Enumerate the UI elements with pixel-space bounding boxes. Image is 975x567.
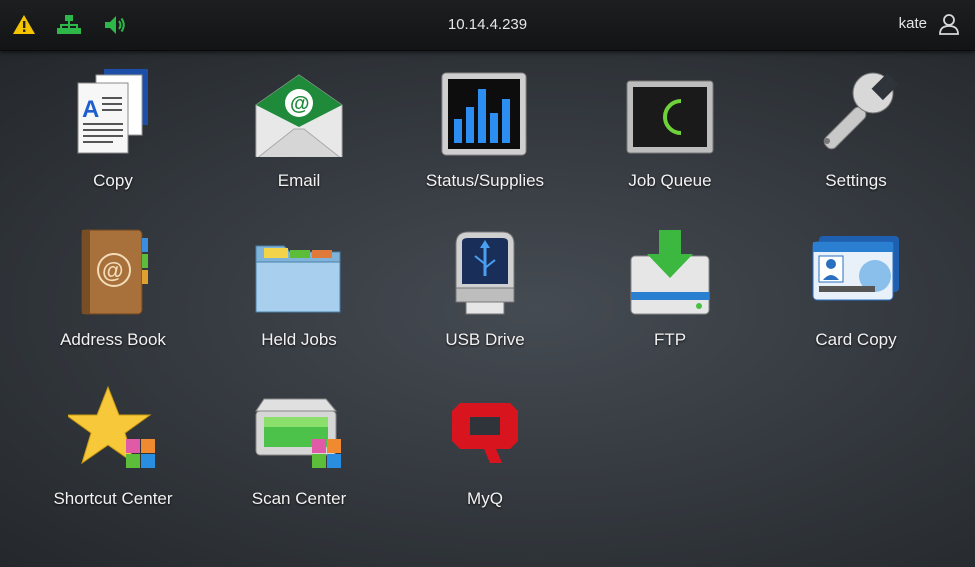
held-jobs-icon (255, 245, 341, 313)
job-queue-icon (626, 80, 714, 154)
app-label: Address Book (60, 330, 166, 349)
app-job-queue[interactable]: Job Queue (580, 67, 760, 217)
app-label: MyQ (467, 489, 503, 508)
app-label: Email (277, 171, 321, 190)
usb-drive-icon (455, 231, 515, 315)
app-held-jobs[interactable]: Held Jobs (209, 226, 389, 376)
app-label: FTP (653, 330, 687, 349)
app-label: Copy (93, 171, 133, 190)
app-address-book[interactable]: @ Address Book (23, 226, 203, 376)
device-ip-address: 10.14.4.239 (447, 16, 528, 33)
shortcut-center-icon (68, 385, 155, 468)
svg-text:@: @ (102, 258, 123, 283)
home-screen: A Copy @ Email Status/Supplies Job Queue… (0, 51, 975, 567)
app-label: Shortcut Center (53, 489, 173, 508)
settings-icon (823, 72, 899, 150)
app-myq[interactable]: MyQ (395, 385, 575, 535)
card-copy-icon (812, 236, 899, 301)
svg-text:A: A (82, 96, 99, 123)
app-label: Scan Center (251, 489, 347, 508)
app-label: Settings (825, 171, 887, 190)
app-status-supplies[interactable]: Status/Supplies (395, 67, 575, 217)
address-book-icon: @ (81, 229, 148, 315)
app-copy[interactable]: A Copy (23, 67, 203, 217)
app-label: Job Queue (628, 171, 712, 190)
user-icon[interactable] (937, 12, 961, 36)
status-bar: 10.14.4.239 kate (0, 0, 975, 51)
scan-center-icon (255, 398, 341, 468)
app-usb-drive[interactable]: USB Drive (395, 226, 575, 376)
app-scan-center[interactable]: Scan Center (209, 385, 389, 535)
username[interactable]: kate (899, 15, 927, 32)
app-settings[interactable]: Settings (766, 67, 946, 217)
myq-icon (452, 403, 518, 463)
email-icon: @ (255, 74, 343, 157)
app-label: Status/Supplies (425, 171, 545, 190)
ftp-icon (630, 230, 710, 315)
app-label: USB Drive (445, 330, 525, 349)
app-ftp[interactable]: FTP (580, 226, 760, 376)
app-label: Card Copy (815, 330, 897, 349)
svg-text:@: @ (290, 93, 310, 115)
status-supplies-icon (441, 72, 527, 156)
app-shortcut-center[interactable]: Shortcut Center (23, 385, 203, 535)
copy-icon: A (77, 69, 148, 154)
app-email[interactable]: @ Email (209, 67, 389, 217)
app-label: Held Jobs (261, 330, 337, 349)
app-card-copy[interactable]: Card Copy (766, 226, 946, 376)
